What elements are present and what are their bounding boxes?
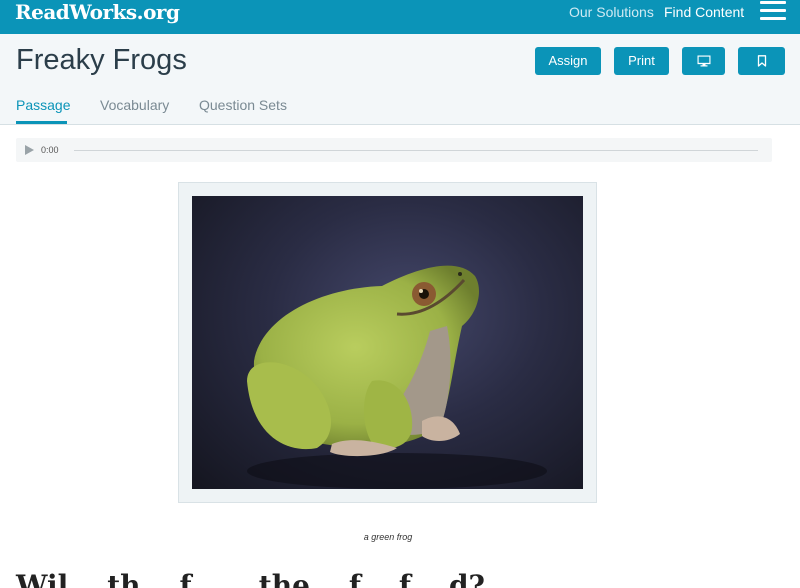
readworks-logo[interactable]: ReadWorks.org — [15, 0, 180, 25]
nav-link-our-solutions[interactable]: Our Solutions — [569, 4, 654, 20]
bookmark-button[interactable] — [738, 47, 785, 75]
menu-line — [760, 9, 786, 12]
article-heading: Wil... th... f... ...the... f... f... d? — [16, 569, 485, 588]
tab-question-sets[interactable]: Question Sets — [199, 96, 287, 114]
page-title: Freaky Frogs — [16, 44, 187, 76]
tab-vocabulary[interactable]: Vocabulary — [100, 96, 169, 114]
assign-button[interactable]: Assign — [535, 47, 601, 75]
passage-header: Freaky Frogs Assign Print Passage Vocabu… — [0, 34, 800, 125]
frog-illustration — [247, 265, 547, 489]
tab-passage[interactable]: Passage — [16, 96, 70, 114]
top-navigation-bar: ReadWorks.org Our Solutions Find Content — [0, 0, 800, 34]
hamburger-icon[interactable] — [760, 0, 786, 21]
audio-player: 0:00 — [16, 138, 772, 162]
menu-line — [760, 17, 786, 20]
passage-image-frame — [178, 182, 597, 503]
audio-progress-track[interactable] — [74, 150, 758, 151]
monitor-icon — [697, 55, 710, 67]
bookmark-icon — [757, 55, 766, 67]
present-button[interactable] — [682, 47, 725, 75]
frog-photo — [192, 196, 583, 489]
nav-link-find-content[interactable]: Find Content — [664, 4, 744, 20]
audio-time: 0:00 — [41, 145, 59, 155]
active-tab-indicator — [16, 121, 67, 124]
play-icon[interactable] — [25, 145, 34, 155]
image-caption: a green frog — [363, 532, 413, 542]
print-button[interactable]: Print — [614, 47, 669, 75]
menu-line — [760, 1, 786, 4]
